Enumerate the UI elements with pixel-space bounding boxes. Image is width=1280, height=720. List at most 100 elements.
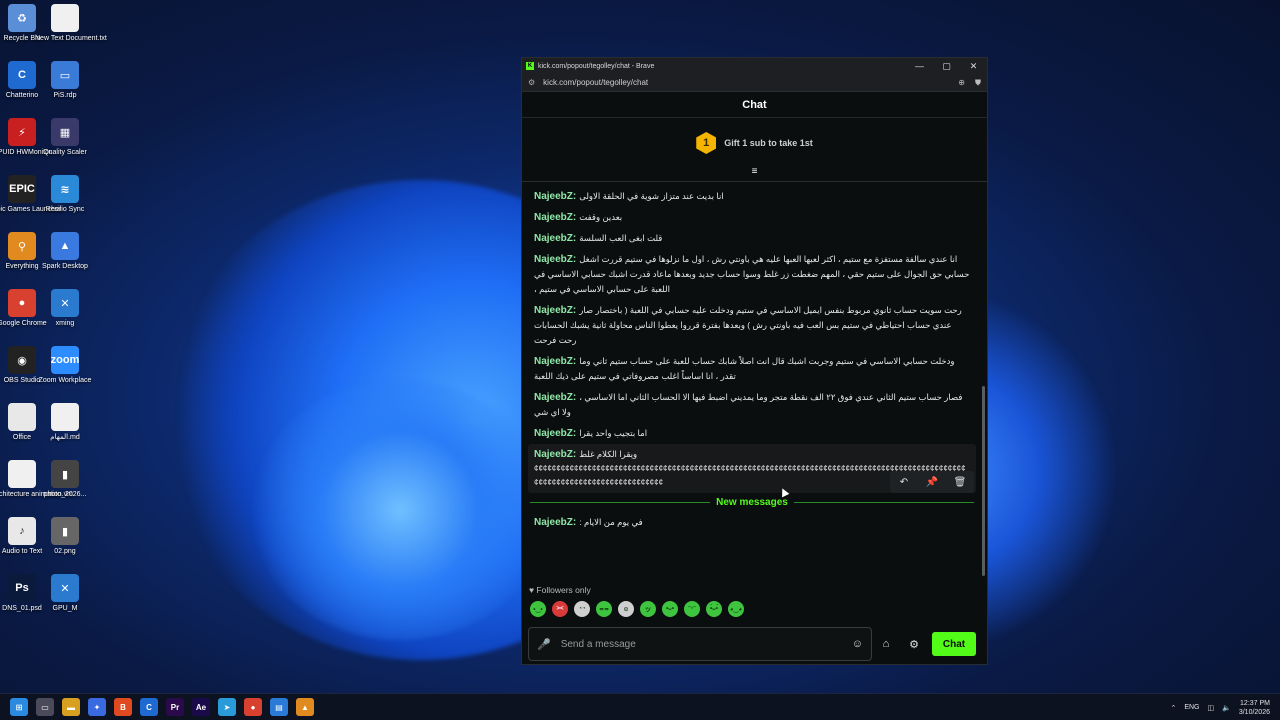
chat-message[interactable]: NajeebZ: انا بديت عند متزاز شوية في الحلق… bbox=[522, 186, 982, 207]
desktop-icon[interactable]: zoom Zoom Workplace bbox=[39, 346, 91, 385]
chat-message[interactable]: NajeebZ: في يوم من الايام : bbox=[522, 512, 982, 533]
chat-messages[interactable]: NajeebZ: انا بديت عند متزاز شوية في الحلق… bbox=[522, 186, 982, 576]
taskbar-app-icon[interactable]: ● bbox=[244, 698, 262, 716]
desktop-app-icon: ▭ bbox=[51, 61, 79, 89]
window-titlebar[interactable]: K kick.com/popout/tegolley/chat - Brave … bbox=[522, 58, 987, 74]
desktop-icon[interactable]: ✕ GPU_M bbox=[43, 574, 87, 613]
chat-message[interactable]: NajeebZ: ويقرا الكلام غلط ¢¢¢¢¢¢¢¢¢¢¢¢¢¢¢¢… bbox=[528, 444, 976, 493]
taskbar-app-icon[interactable]: Ae bbox=[192, 698, 210, 716]
chat-message-text: في يوم من الايام : bbox=[579, 517, 643, 527]
desktop-icon[interactable]: ▮ 02.png bbox=[43, 517, 87, 556]
chat-username[interactable]: NajeebZ: bbox=[534, 254, 576, 265]
delete-icon[interactable]: 🗑 bbox=[946, 471, 974, 493]
chat-message[interactable]: NajeebZ: اما بتجيب واحد يقرا bbox=[522, 423, 982, 444]
chat-message[interactable]: NajeebZ: رحت سويت حساب ثانوي مربوط بنفس ا… bbox=[522, 300, 982, 351]
taskbar-app-icon[interactable]: ⊞ bbox=[10, 698, 28, 716]
site-settings-icon[interactable]: ⚙ bbox=[528, 78, 535, 87]
chat-message[interactable]: NajeebZ: قلت ابغى العب السلسة bbox=[522, 228, 982, 249]
scrollbar-thumb[interactable] bbox=[982, 386, 985, 576]
chat-username[interactable]: NajeebZ: bbox=[534, 428, 576, 439]
chat-username[interactable]: NajeebZ: bbox=[534, 305, 576, 316]
heart-icon: ♥ bbox=[529, 585, 535, 595]
emote-icon[interactable]: •̀ᴗ•́ bbox=[706, 601, 722, 617]
reply-icon[interactable]: ↶ bbox=[890, 471, 918, 493]
chat-username[interactable]: NajeebZ: bbox=[534, 517, 576, 528]
chat-message[interactable]: NajeebZ: بعدين وقفت bbox=[522, 207, 982, 228]
desktop-icon[interactable]: New Text Document.txt bbox=[35, 4, 107, 43]
settings-gear-icon[interactable]: ⚙ bbox=[900, 630, 928, 658]
maximize-icon[interactable]: ▢ bbox=[933, 61, 960, 72]
chat-message[interactable]: NajeebZ: فصار حساب ستيم الثاني عندي فوق ٢… bbox=[522, 387, 982, 423]
chat-footer: ♥ Followers only •‿• >< ◔◔ ≖≖ ⊙ ツ •ᴗ• ᵔᵕᵔ •̀ᴗ•́ ◕… bbox=[522, 581, 987, 661]
brave-shield-icon[interactable]: ⛊ bbox=[975, 78, 981, 88]
url-text[interactable]: kick.com/popout/tegolley/chat bbox=[543, 78, 948, 87]
pin-icon[interactable]: 📌 bbox=[918, 471, 946, 493]
network-icon[interactable]: ◫ bbox=[1208, 704, 1215, 712]
browser-window[interactable]: K kick.com/popout/tegolley/chat - Brave … bbox=[521, 57, 988, 665]
emote-icon[interactable]: >< bbox=[552, 601, 568, 617]
emote-icon[interactable]: ≖≖ bbox=[596, 601, 612, 617]
taskbar-app-icon[interactable]: ▲ bbox=[296, 698, 314, 716]
taskbar-app-icon[interactable]: Pr bbox=[166, 698, 184, 716]
taskbar-app-icon[interactable]: ✦ bbox=[88, 698, 106, 716]
taskbar-app-icon[interactable]: C bbox=[140, 698, 158, 716]
chat-username[interactable]: NajeebZ: bbox=[534, 233, 576, 244]
taskbar-app-icon[interactable]: ▭ bbox=[36, 698, 54, 716]
emote-bar: •‿• >< ◔◔ ≖≖ ⊙ ツ •ᴗ• ᵔᵕᵔ •̀ᴗ•́ ◕‿◕ bbox=[522, 599, 987, 619]
desktop-icon[interactable]: ▮ photo_2026... bbox=[43, 460, 87, 499]
emote-icon[interactable]: •‿• bbox=[530, 601, 546, 617]
emote-icon[interactable]: ⊙ bbox=[618, 601, 634, 617]
desktop-app-icon: ▮ bbox=[51, 460, 79, 488]
minimize-icon[interactable]: — bbox=[906, 61, 933, 71]
filter-icon[interactable]: ≡ bbox=[752, 167, 758, 177]
chat-username[interactable]: NajeebZ: bbox=[534, 356, 576, 367]
new-messages-divider[interactable]: New messages bbox=[522, 493, 982, 512]
taskbar-app-icon[interactable]: ▤ bbox=[270, 698, 288, 716]
address-bar[interactable]: ⚙ kick.com/popout/tegolley/chat ⊕ ⛊ bbox=[522, 74, 987, 92]
desktop-app-icon bbox=[8, 403, 36, 431]
chat-message[interactable]: NajeebZ: انا عندي سالفة مستفزة مع ستيم ، … bbox=[522, 249, 982, 300]
desktop-app-icon: ▲ bbox=[51, 232, 79, 260]
desktop-app-icon: ✕ bbox=[51, 289, 79, 317]
desktop-app-icon bbox=[51, 4, 79, 32]
chat-message-input[interactable] bbox=[560, 638, 852, 650]
desktop-icon[interactable]: ▦ Quality Scaler bbox=[43, 118, 87, 157]
desktop-icon-label: Quality Scaler bbox=[43, 149, 87, 156]
close-icon[interactable]: ✕ bbox=[960, 61, 987, 72]
chat-scrollbar[interactable] bbox=[982, 186, 985, 576]
microphone-icon[interactable]: 🎤 bbox=[537, 638, 551, 651]
desktop-icon[interactable]: ▭ PiS.rdp bbox=[43, 61, 87, 100]
chat-username[interactable]: NajeebZ: bbox=[534, 212, 576, 223]
emote-icon[interactable]: ◕‿◕ bbox=[728, 601, 744, 617]
clock[interactable]: 12:37 PM 3/10/2026 bbox=[1239, 699, 1270, 717]
emote-icon[interactable]: ᵔᵕᵔ bbox=[684, 601, 700, 617]
chat-header: Chat bbox=[522, 92, 987, 118]
emoji-icon[interactable]: ☺ bbox=[852, 638, 863, 650]
desktop-app-icon: ≋ bbox=[51, 175, 79, 203]
chat-filter[interactable]: ≡ bbox=[522, 167, 987, 182]
desktop-icon[interactable]: ✕ xming bbox=[43, 289, 87, 328]
chat-input-box[interactable]: 🎤 ☺ bbox=[528, 627, 872, 661]
zoom-icon[interactable]: ⊕ bbox=[958, 78, 965, 87]
taskbar-app-icon[interactable]: ▬ bbox=[62, 698, 80, 716]
gift-leaderboard[interactable]: 1 Gift 1 sub to take 1st bbox=[522, 118, 987, 168]
chat-username[interactable]: NajeebZ: bbox=[534, 191, 576, 202]
desktop-icon[interactable]: ≋ Resilio Sync bbox=[43, 175, 87, 214]
store-icon[interactable]: ⌂ bbox=[872, 630, 900, 658]
desktop-icon[interactable]: ▲ Spark Desktop bbox=[42, 232, 88, 271]
chat-username[interactable]: NajeebZ: bbox=[534, 449, 576, 460]
emote-icon[interactable]: ツ bbox=[640, 601, 656, 617]
volume-icon[interactable]: 🔈 bbox=[1222, 704, 1231, 712]
desktop-icon-label: 02.png bbox=[54, 548, 76, 555]
tray-chevron-icon[interactable]: ⌃ bbox=[1170, 704, 1176, 712]
chat-message[interactable]: NajeebZ: ودخلت حسابي الاساسي في ستيم وجرب… bbox=[522, 351, 982, 387]
desktop-icon[interactable]: المهام.md bbox=[43, 403, 87, 442]
emote-icon[interactable]: ◔◔ bbox=[574, 601, 590, 617]
taskbar-app-icon[interactable]: ➤ bbox=[218, 698, 236, 716]
send-chat-button[interactable]: Chat bbox=[932, 632, 976, 656]
taskbar-app-icon[interactable]: B bbox=[114, 698, 132, 716]
emote-icon[interactable]: •ᴗ• bbox=[662, 601, 678, 617]
desktop-icon-label: photo_2026... bbox=[43, 491, 87, 498]
chat-username[interactable]: NajeebZ: bbox=[534, 392, 576, 403]
language-indicator[interactable]: ENG bbox=[1184, 704, 1199, 711]
